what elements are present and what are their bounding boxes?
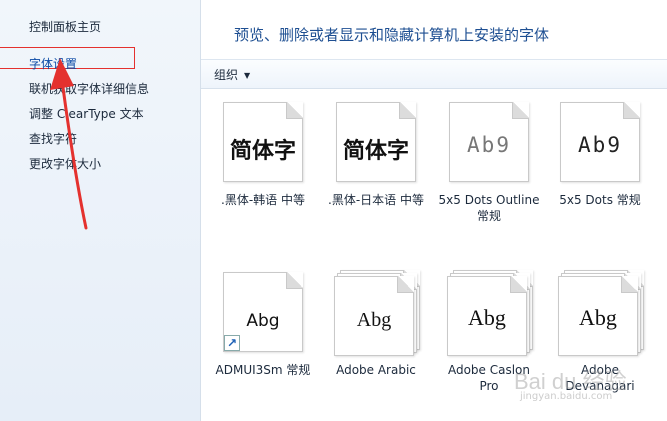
dropdown-caret-icon: ▼ (244, 71, 251, 80)
toolbar: 组织 ▼ (201, 59, 667, 89)
font-sample: 简体字 (229, 139, 296, 164)
page-title: 预览、删除或者显示和隐藏计算机上安装的字体 (234, 26, 550, 44)
font-tile[interactable]: Abg Adobe Arabic (324, 270, 428, 378)
shortcut-arrow-icon: ↗ (224, 335, 240, 351)
font-family-stack-icon: Abg (447, 270, 533, 356)
change-font-size-link[interactable]: 更改字体大小 (29, 155, 101, 172)
font-settings-link[interactable]: 字体设置 (29, 55, 77, 72)
find-character-link[interactable]: 查找字符 (29, 130, 77, 147)
main-content: 预览、删除或者显示和隐藏计算机上安装的字体 组织 ▼ 简体字 .黑体-韩语 中等 … (201, 0, 667, 421)
font-family-stack-icon: Abg (558, 270, 644, 356)
font-sample: 简体字 (342, 139, 409, 164)
font-name: 5x5 Dots Outline 常规 (438, 193, 540, 223)
organize-label: 组织 (214, 68, 239, 82)
font-sample: Abg (356, 309, 392, 331)
font-name: ADMUI3Sm 常规 (215, 363, 311, 377)
organize-menu-button[interactable]: 组织 ▼ (214, 66, 250, 83)
navigation-pane: 控制面板主页 字体设置 联机获取字体详细信息 调整 ClearType 文本 查… (0, 0, 201, 421)
control-panel-home-link[interactable]: 控制面板主页 (29, 18, 101, 35)
font-file-icon: 简体字 (221, 100, 305, 182)
font-file-icon: Abg ↗ (221, 270, 305, 352)
font-tile[interactable]: Abg ↗ ADMUI3Sm 常规 (211, 270, 315, 378)
font-name: Adobe Arabic (336, 363, 416, 377)
font-file-icon: 简体字 (334, 100, 418, 182)
font-sample: Abg (579, 305, 617, 330)
font-tile[interactable]: 简体字 .黑体-韩语 中等 (211, 100, 315, 208)
font-tile[interactable]: 简体字 .黑体-日本语 中等 (324, 100, 428, 208)
adjust-cleartype-link[interactable]: 调整 ClearType 文本 (29, 105, 144, 122)
font-name: 5x5 Dots 常规 (559, 193, 641, 207)
get-font-info-online-link[interactable]: 联机获取字体详细信息 (29, 80, 149, 97)
font-name: .黑体-韩语 中等 (221, 193, 305, 207)
font-sample: Abg (246, 311, 280, 331)
font-file-icon: Ab9 (558, 100, 642, 182)
font-sample: Abg (468, 305, 506, 330)
font-file-icon: Ab9 (447, 100, 531, 182)
font-sample: Ab9 (578, 133, 622, 157)
font-name: .黑体-日本语 中等 (328, 193, 424, 207)
font-family-stack-icon: Abg (334, 270, 420, 356)
font-tile[interactable]: Ab9 5x5 Dots Outline 常规 (437, 100, 541, 224)
watermark-url: jingyan.baidu.com (520, 391, 613, 402)
font-sample: Ab9 (467, 133, 511, 157)
font-tile[interactable]: Ab9 5x5 Dots 常规 (548, 100, 652, 208)
